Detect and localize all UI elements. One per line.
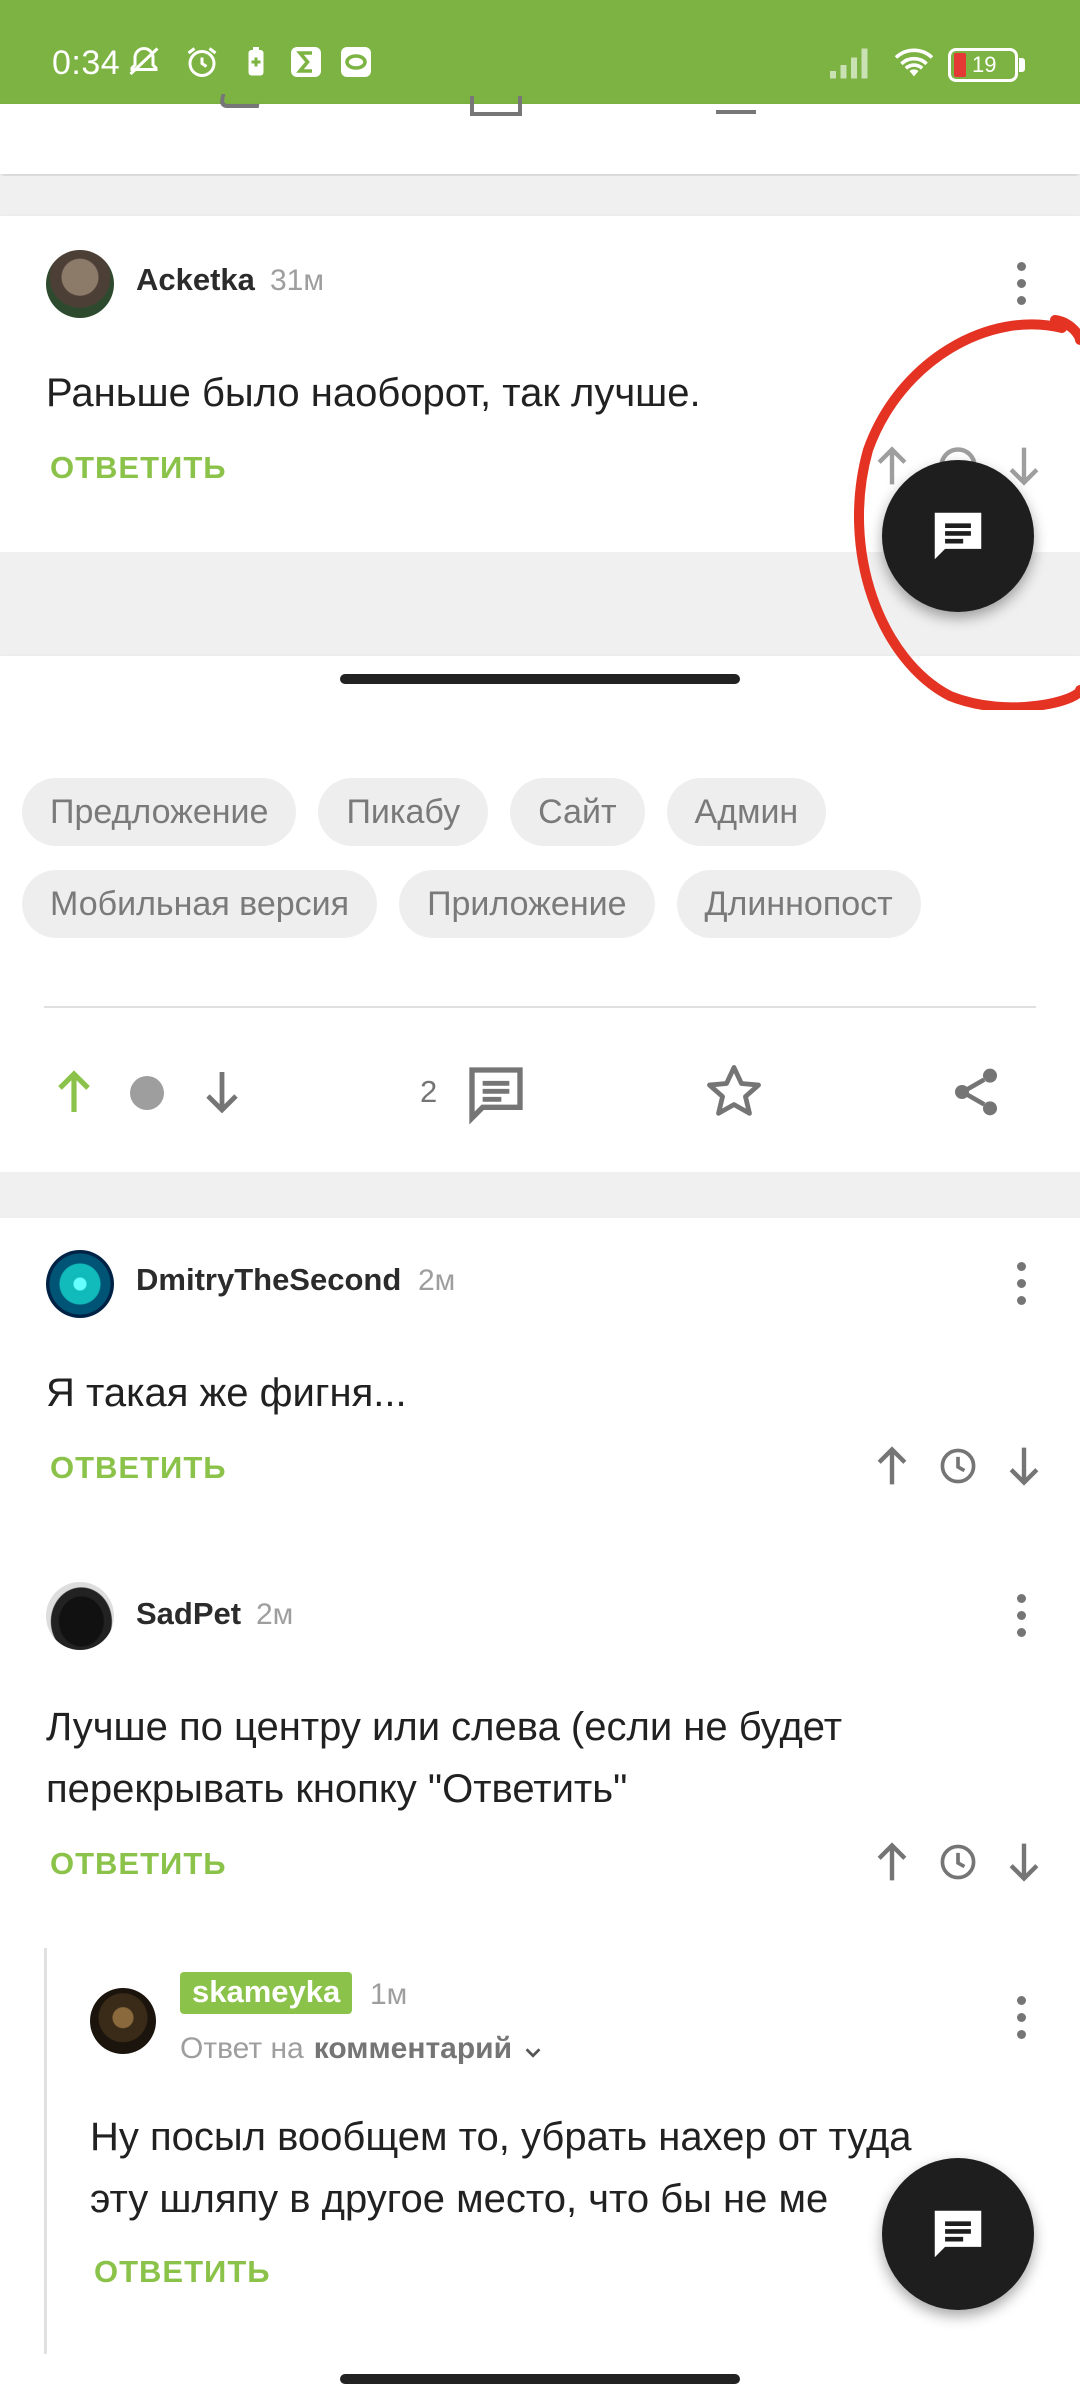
avatar[interactable] bbox=[46, 1250, 114, 1318]
reply-to-target[interactable]: комментарий bbox=[314, 2032, 512, 2066]
comment-username[interactable]: DmitryTheSecond bbox=[136, 1262, 401, 1298]
arrow-down-icon[interactable] bbox=[1002, 1444, 1046, 1488]
previous-card-bottom bbox=[0, 94, 1080, 174]
battery-saver-icon bbox=[238, 44, 274, 80]
reply-button[interactable]: ОТВЕТИТЬ bbox=[50, 1846, 227, 1882]
thread-line bbox=[44, 1948, 47, 2354]
tag-chip[interactable]: Мобильная версия bbox=[22, 870, 378, 938]
wifi-icon bbox=[892, 44, 936, 80]
arrow-up-icon[interactable] bbox=[870, 1444, 914, 1488]
comment-time: 31м bbox=[270, 264, 324, 297]
card-separator bbox=[0, 176, 1080, 216]
comment-text-line: перекрывать кнопку "Ответить" bbox=[46, 1767, 628, 1811]
comment-text-line: Лучше по центру или слева (если не будет bbox=[46, 1705, 843, 1749]
tag-list: Предложение Пикабу Сайт Админ Мобильная … bbox=[22, 778, 1062, 938]
battery-indicator: 19 bbox=[948, 48, 1018, 82]
status-time: 0:34 bbox=[52, 44, 121, 82]
reply-button[interactable]: ОТВЕТИТЬ bbox=[50, 450, 227, 486]
more-options-button[interactable] bbox=[1014, 1262, 1028, 1305]
app-notification-icon bbox=[338, 44, 374, 80]
divider bbox=[44, 1006, 1036, 1008]
red-annotation-circle bbox=[853, 315, 1080, 710]
comment-icon bbox=[934, 2210, 982, 2258]
more-options-button[interactable] bbox=[1014, 262, 1028, 305]
avatar[interactable] bbox=[90, 1988, 156, 2054]
notifications-off-icon bbox=[126, 44, 162, 80]
post-footer: Предложение Пикабу Сайт Админ Мобильная … bbox=[0, 656, 1080, 1172]
star-icon[interactable] bbox=[702, 1060, 766, 1124]
comment-username[interactable]: SadPet bbox=[136, 1596, 241, 1632]
avatar[interactable] bbox=[46, 250, 114, 318]
cut-off-comment-icon bbox=[470, 96, 522, 116]
clock-icon[interactable] bbox=[936, 1444, 980, 1488]
chevron-down-icon[interactable] bbox=[522, 2038, 544, 2060]
signal-icon bbox=[826, 44, 876, 80]
tag-chip[interactable]: Пикабу bbox=[318, 778, 489, 846]
comment-time: 1м bbox=[370, 1978, 408, 2011]
more-options-button[interactable] bbox=[1014, 1594, 1028, 1637]
tag-chip[interactable]: Сайт bbox=[510, 778, 645, 846]
clock-icon[interactable] bbox=[936, 1840, 980, 1884]
reply-to-prefix: Ответ на bbox=[180, 2032, 304, 2065]
reply-button[interactable]: ОТВЕТИТЬ bbox=[50, 1450, 227, 1486]
comment-time: 2м bbox=[256, 1598, 294, 1631]
comment-text: Раньше было наоборот, так лучше. bbox=[46, 371, 701, 415]
reply-to-link[interactable]: Ответ на комментарий bbox=[180, 2032, 544, 2066]
tag-chip[interactable]: Длиннопост bbox=[676, 870, 921, 938]
battery-percent: 19 bbox=[972, 52, 997, 77]
rating-dot bbox=[130, 1076, 164, 1110]
comment-text: Я такая же фигня... bbox=[46, 1371, 407, 1415]
battery-tip bbox=[1019, 58, 1025, 72]
comment-text-line: Ну посыл вообщем то, убрать нахер от туд… bbox=[90, 2115, 912, 2159]
sigma-app-icon bbox=[288, 44, 324, 80]
add-comment-fab[interactable] bbox=[882, 2158, 1034, 2310]
more-options-button[interactable] bbox=[1014, 1996, 1028, 2039]
share-icon[interactable] bbox=[948, 1064, 1004, 1120]
comment-text-line: эту шляпу в другое место, что бы не ме bbox=[90, 2177, 829, 2221]
comment-count: 2 bbox=[420, 1074, 438, 1109]
cut-off-icon bbox=[218, 94, 262, 108]
comment-username-highlight[interactable]: skameyka bbox=[180, 1972, 353, 2014]
arrow-up-icon[interactable] bbox=[50, 1068, 98, 1116]
arrow-down-icon[interactable] bbox=[1002, 1840, 1046, 1884]
arrow-up-icon[interactable] bbox=[870, 1840, 914, 1884]
reply-button[interactable]: ОТВЕТИТЬ bbox=[94, 2254, 271, 2290]
alarm-icon bbox=[184, 44, 220, 80]
gesture-nav-bar[interactable] bbox=[340, 2374, 740, 2384]
arrow-down-icon[interactable] bbox=[198, 1068, 246, 1116]
status-bar: 0:34 19 bbox=[0, 0, 1080, 104]
comment-username[interactable]: Acketka bbox=[136, 262, 255, 298]
avatar[interactable] bbox=[46, 1582, 114, 1650]
battery-level bbox=[954, 53, 966, 77]
drag-handle[interactable] bbox=[340, 674, 740, 684]
tag-chip[interactable]: Админ bbox=[666, 778, 827, 846]
tag-chip[interactable]: Приложение bbox=[399, 870, 655, 938]
comment-time: 2м bbox=[418, 1264, 456, 1297]
cut-off-star-icon bbox=[716, 100, 756, 114]
tag-chip[interactable]: Предложение bbox=[22, 778, 297, 846]
comment-icon[interactable] bbox=[464, 1062, 528, 1126]
section-separator bbox=[0, 1172, 1080, 1218]
